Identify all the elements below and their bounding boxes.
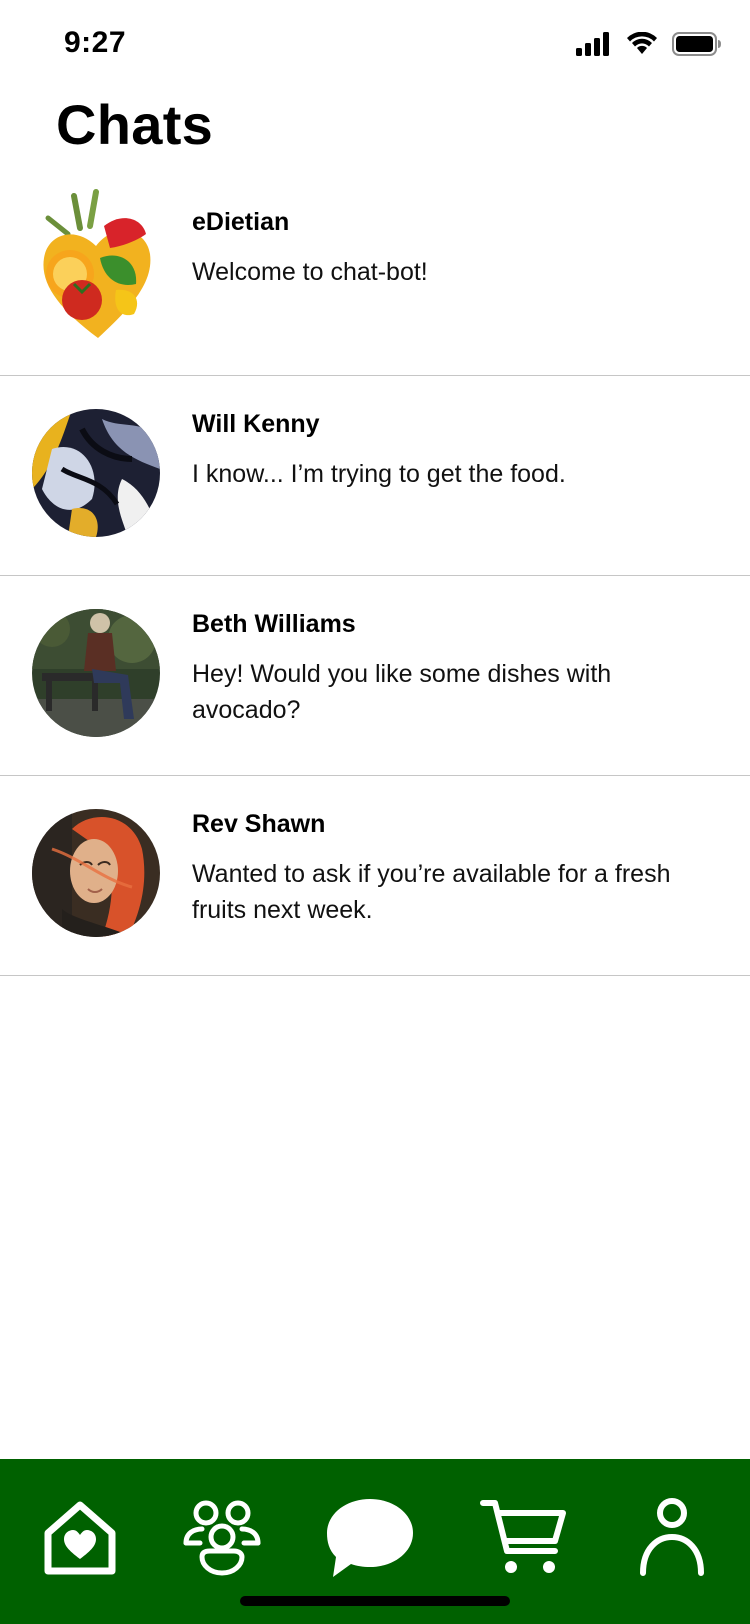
chat-name: eDietian <box>192 208 290 236</box>
status-bar: 9:27 <box>0 0 750 90</box>
chat-message: Wanted to ask if you’re available for a … <box>192 860 671 924</box>
community-icon[interactable] <box>172 1487 272 1587</box>
status-icons <box>576 31 722 61</box>
chat-bubble-icon[interactable] <box>320 1487 420 1587</box>
chat-item-rev-shawn[interactable]: Rev Shawn Wanted to ask if you’re availa… <box>0 776 750 976</box>
chat-message: Hey! Would you like some dishes with avo… <box>192 660 612 724</box>
portrait-avatar <box>32 809 160 937</box>
chat-message: Welcome to chat-bot! <box>192 258 428 286</box>
wifi-icon <box>626 31 658 61</box>
chat-name: Beth Williams <box>192 610 356 638</box>
home-heart-icon[interactable] <box>30 1487 130 1587</box>
bottom-nav <box>0 1459 750 1624</box>
chat-item-will-kenny[interactable]: Will Kenny I know... I’m trying to get t… <box>0 376 750 576</box>
profile-icon[interactable] <box>622 1487 722 1587</box>
chat-item-edietian[interactable]: eDietian Welcome to chat-bot! <box>0 176 750 376</box>
cart-icon[interactable] <box>474 1487 574 1587</box>
chat-list: eDietian Welcome to chat-bot! Will Kenny… <box>0 176 750 976</box>
marble-art-avatar <box>32 409 160 537</box>
chat-name: Will Kenny <box>192 410 320 438</box>
chat-message: I know... I’m trying to get the food. <box>192 460 566 488</box>
battery-icon <box>672 32 722 61</box>
vegetable-heart-avatar <box>38 188 158 348</box>
home-indicator <box>240 1596 510 1606</box>
park-bench-avatar <box>32 609 160 737</box>
signal-icon <box>576 32 612 61</box>
chat-name: Rev Shawn <box>192 810 326 838</box>
chat-item-beth-williams[interactable]: Beth Williams Hey! Would you like some d… <box>0 576 750 776</box>
page-title: Chats <box>56 93 214 156</box>
status-time: 9:27 <box>64 26 127 59</box>
